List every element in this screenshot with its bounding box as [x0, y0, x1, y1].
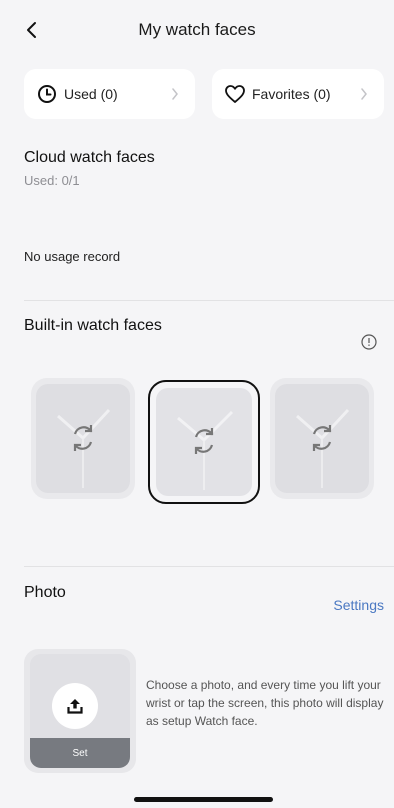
used-chip-button[interactable]: Used (0)	[24, 69, 195, 119]
page-title: My watch faces	[138, 20, 256, 39]
sync-icon	[73, 425, 93, 451]
used-chip-label: Used (0)	[64, 86, 118, 102]
upload-button[interactable]	[52, 683, 98, 729]
chevron-right-icon	[165, 84, 185, 104]
favorites-chip-button[interactable]: Favorites (0)	[212, 69, 384, 119]
photo-watch-face-card[interactable]: Set	[24, 649, 136, 773]
heart-icon	[224, 83, 246, 105]
watch-face-option-selected[interactable]	[148, 380, 260, 504]
home-indicator[interactable]	[134, 797, 273, 802]
photo-section-title: Photo	[24, 584, 66, 601]
photo-settings-link[interactable]: Settings	[333, 597, 384, 613]
watch-face-option[interactable]	[270, 378, 374, 499]
sync-icon	[312, 425, 332, 451]
sync-icon	[194, 428, 214, 454]
favorites-chip-label: Favorites (0)	[252, 86, 331, 102]
builtin-section-title: Built-in watch faces	[24, 317, 162, 334]
watch-face-option[interactable]	[31, 378, 135, 499]
app-header: My watch faces	[0, 0, 394, 64]
no-usage-record: No usage record	[24, 249, 121, 264]
photo-description: Choose a photo, and every time you lift …	[146, 678, 384, 728]
info-icon[interactable]	[361, 334, 377, 350]
cloud-section-title: Cloud watch faces	[24, 149, 155, 166]
divider	[24, 300, 394, 301]
divider	[24, 566, 394, 567]
upload-icon	[67, 699, 83, 714]
chevron-right-icon	[354, 84, 374, 104]
photo-preview: Set	[30, 654, 130, 768]
cloud-used-count: Used: 0/1	[24, 173, 80, 188]
set-button[interactable]: Set	[30, 738, 130, 768]
clock-icon	[36, 83, 58, 105]
